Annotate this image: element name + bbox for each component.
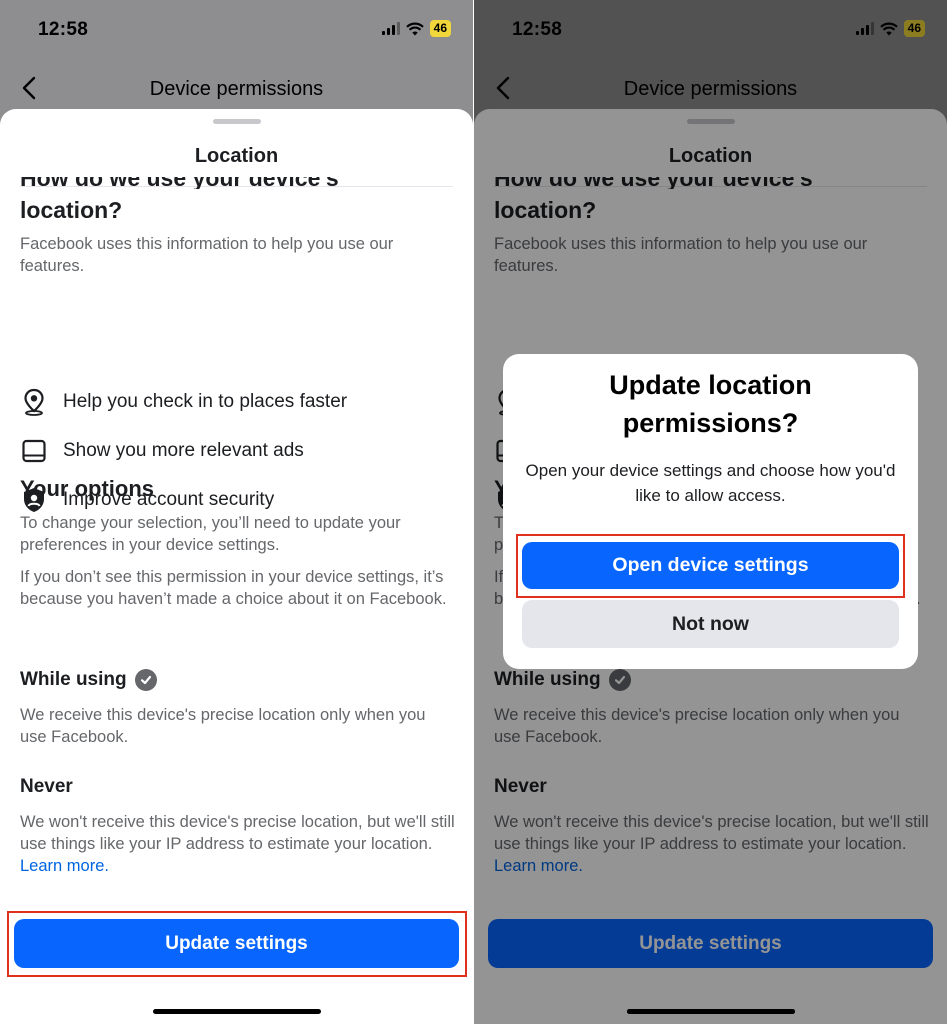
not-now-button[interactable]: Not now <box>522 600 899 648</box>
checkmark-icon <box>134 669 157 691</box>
options-text-1: To change your selection, you’ll need to… <box>20 514 401 554</box>
nav-title: Device permissions <box>149 78 324 100</box>
dialog-title: Update location permissions? <box>609 370 812 438</box>
feature-label: Help you check in to places faster <box>63 391 348 412</box>
status-bar: 12:58 46 <box>0 0 473 60</box>
while-using-text: We receive this device's precise locatio… <box>20 706 426 746</box>
sheet-content[interactable]: How do we use your device's location? Fa… <box>20 177 455 1024</box>
status-time: 12:58 <box>38 19 89 40</box>
section-heading: location? <box>20 197 123 223</box>
right-screen: 12:58 46 Device permissions Location How… <box>474 0 947 1024</box>
intro-text: Facebook uses this information to help y… <box>20 235 394 275</box>
feature-item: Show you more relevant ads <box>20 434 455 468</box>
options-text-2: If you don’t see this permission in your… <box>20 568 447 608</box>
sheet-drag-handle[interactable] <box>212 119 261 124</box>
never-text: We won't receive this device's precise l… <box>20 813 455 875</box>
highlight-outline <box>516 534 905 598</box>
nav-bar: Device permissions <box>0 70 473 108</box>
feature-label: Show you more relevant ads <box>63 440 304 461</box>
learn-more-link[interactable]: Learn more. <box>20 857 109 875</box>
feature-item: Help you check in to places faster <box>20 385 455 419</box>
highlight-outline <box>7 911 467 977</box>
cellular-signal-icon <box>381 22 400 35</box>
status-icons: 46 <box>381 20 451 37</box>
while-using-heading: While using <box>20 669 157 691</box>
never-heading: Never <box>20 776 73 797</box>
home-indicator-overlay <box>626 1009 795 1014</box>
options-heading: Your options <box>20 476 155 501</box>
device-screen-icon <box>20 437 48 465</box>
location-pin-icon <box>20 388 48 416</box>
permission-dialog: Update location permissions? Open your d… <box>503 354 918 669</box>
scrolled-heading-fragment: How do we use your device's <box>20 177 339 189</box>
wifi-icon <box>405 22 424 35</box>
sheet-title: Location <box>194 145 279 167</box>
home-indicator <box>152 1009 321 1014</box>
location-sheet: Location How do we use your device's loc… <box>0 109 473 1024</box>
while-using-label: While using <box>20 669 127 690</box>
battery-icon: 46 <box>429 20 451 37</box>
left-screen: 12:58 46 Device permissions Location How… <box>0 0 473 1024</box>
dialog-message: Open your device settings and choose how… <box>525 461 896 505</box>
